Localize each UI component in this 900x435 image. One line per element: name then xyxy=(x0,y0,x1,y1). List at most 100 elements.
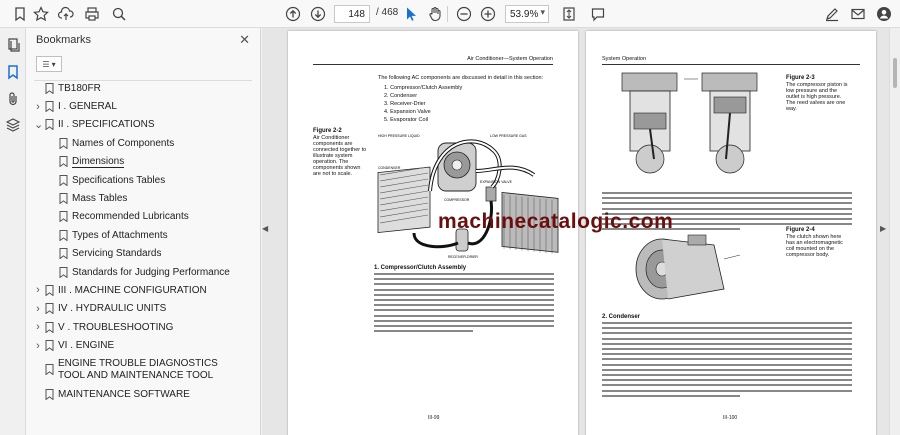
chevron-right-icon[interactable]: › xyxy=(34,101,42,113)
bookmark-item[interactable]: ENGINE TROUBLE DIAGNOSTICS TOOL AND MAIN… xyxy=(26,355,261,385)
bookmark-icon xyxy=(45,119,54,131)
bookmark-label: MAINTENANCE SOFTWARE xyxy=(58,388,190,400)
hand-tool-icon[interactable] xyxy=(423,2,447,26)
page-number-input[interactable]: 148 xyxy=(334,5,370,23)
chevron-left-icon[interactable]: ◀ xyxy=(262,224,268,233)
bookmark-options-button[interactable]: ☰ ▾ xyxy=(36,56,62,72)
bookmark-icon xyxy=(45,364,54,376)
page-down-icon[interactable] xyxy=(306,2,330,26)
bookmark-item[interactable]: Types of Attachments xyxy=(26,226,261,244)
bookmark-item[interactable]: › IV . HYDRAULIC UNITS xyxy=(26,300,261,318)
find-icon[interactable] xyxy=(107,2,131,26)
chevron-right-icon[interactable]: › xyxy=(34,303,42,315)
chevron-right-icon[interactable]: › xyxy=(34,340,42,352)
bookmark-icon xyxy=(45,303,54,315)
figure-2-3-title: Figure 2-3 xyxy=(786,75,815,81)
bookmark-icon xyxy=(59,156,68,168)
bookmarks-panel-icon[interactable] xyxy=(1,60,25,84)
zoom-level-select[interactable]: 53.9% ▾ xyxy=(505,5,549,23)
intro-text: The following AC components are discusse… xyxy=(378,75,544,81)
text-line xyxy=(602,337,852,340)
scrollbar-thumb[interactable] xyxy=(893,58,897,88)
page-thumbnails-icon[interactable] xyxy=(1,33,25,57)
label-expansion-valve: EXPANSION VALVE xyxy=(480,180,513,184)
text-line xyxy=(602,332,852,335)
text-line xyxy=(374,325,554,327)
text-line xyxy=(374,273,554,275)
bookmark-icon xyxy=(59,137,68,150)
bookmark-label: Recommended Lubricants xyxy=(72,211,189,223)
zoom-out-icon[interactable] xyxy=(452,2,476,26)
bookmark-item[interactable]: Servicing Standards xyxy=(26,245,261,263)
component-list-item: 3. Receiver-Drier xyxy=(384,101,426,107)
chevron-right-icon[interactable]: › xyxy=(34,284,42,296)
fit-page-icon[interactable] xyxy=(557,2,581,26)
text-line xyxy=(602,384,852,387)
text-line xyxy=(602,379,852,382)
bookmark-label: Specifications Tables xyxy=(72,174,166,186)
chevron-down-icon[interactable]: ⌄ xyxy=(34,118,43,131)
zoom-in-icon[interactable] xyxy=(476,2,500,26)
navigation-rail xyxy=(0,28,26,435)
bookmark-label: Mass Tables xyxy=(72,193,128,205)
bookmark-item[interactable]: Mass Tables xyxy=(26,189,261,207)
chevron-right-icon[interactable]: ▶ xyxy=(880,224,886,233)
compressor-piston-diagram xyxy=(621,72,758,174)
text-line xyxy=(602,374,852,376)
text-line xyxy=(374,309,554,312)
list-icon: ☰ xyxy=(42,59,50,69)
figure-2-2-title: Figure 2-2 xyxy=(313,128,342,134)
bookmark-item[interactable]: Dimensions xyxy=(26,153,261,171)
account-icon[interactable] xyxy=(872,2,896,26)
bookmark-label: Standards for Judging Performance xyxy=(72,266,230,278)
bookmark-label: III . MACHINE CONFIGURATION xyxy=(58,284,207,296)
page-up-icon[interactable] xyxy=(281,2,305,26)
select-cursor-icon[interactable] xyxy=(399,2,423,26)
bookmark-list: TB180FR › I . GENERAL ⌄ II . SPECIFICATIONS N… xyxy=(26,79,261,403)
text-line xyxy=(602,389,852,392)
bookmark-item[interactable]: Standards for Judging Performance xyxy=(26,263,261,281)
chevron-right-icon[interactable]: › xyxy=(34,321,42,333)
attachments-icon[interactable] xyxy=(1,87,25,111)
text-line xyxy=(374,299,554,301)
cloud-upload-icon[interactable] xyxy=(54,2,78,26)
bookmark-item[interactable]: TB180FR xyxy=(26,79,261,97)
section-heading: 2. Condenser xyxy=(602,314,641,320)
text-line xyxy=(374,330,473,333)
bookmark-item[interactable]: › V . TROUBLESHOOTING xyxy=(26,318,261,336)
text-line xyxy=(602,202,852,205)
vertical-scrollbar[interactable] xyxy=(889,28,900,435)
bookmark-label: Dimensions xyxy=(72,155,125,168)
text-line xyxy=(374,293,554,296)
bookmark-icon xyxy=(59,174,68,187)
main-toolbar: 148 / 468 53.9% ▾ xyxy=(0,0,900,28)
star-icon[interactable] xyxy=(29,2,53,26)
label-high-pressure-liquid: HIGH PRESSURE LIQUID xyxy=(378,134,420,138)
comment-icon[interactable] xyxy=(586,2,610,26)
figure-2-4-title: Figure 2-4 xyxy=(786,227,815,233)
bookmark-item[interactable]: › VI . ENGINE xyxy=(26,336,261,354)
bookmark-item[interactable]: › I . GENERAL xyxy=(26,97,261,115)
fill-sign-icon[interactable] xyxy=(820,2,844,26)
component-list-item: 4. Expansion Valve xyxy=(384,109,431,115)
close-icon[interactable]: ✕ xyxy=(239,32,250,48)
bookmark-item[interactable]: MAINTENANCE SOFTWARE xyxy=(26,385,261,403)
panel-title: Bookmarks xyxy=(36,34,92,46)
layers-icon[interactable] xyxy=(1,113,25,137)
bookmark-item[interactable]: Specifications Tables xyxy=(26,171,261,189)
bookmark-item[interactable]: ⌄ II . SPECIFICATIONS xyxy=(26,116,261,134)
text-line xyxy=(374,283,554,286)
label-receiver-drier: RECEIVER-DRIER xyxy=(448,255,478,259)
section-heading: 1. Compressor/Clutch Assembly xyxy=(374,265,467,271)
bookmark-label: Names of Components xyxy=(72,137,175,149)
text-line xyxy=(602,394,740,397)
text-line xyxy=(602,363,852,366)
bookmark-item[interactable]: Names of Components xyxy=(26,134,261,152)
print-icon[interactable] xyxy=(80,2,104,26)
bookmark-item[interactable]: Recommended Lubricants xyxy=(26,208,261,226)
label-condenser: CONDENSER xyxy=(378,166,401,170)
mail-icon[interactable] xyxy=(846,2,870,26)
bookmark-icon xyxy=(45,321,54,334)
bookmark-item[interactable]: › III . MACHINE CONFIGURATION xyxy=(26,281,261,299)
text-line xyxy=(374,319,554,322)
